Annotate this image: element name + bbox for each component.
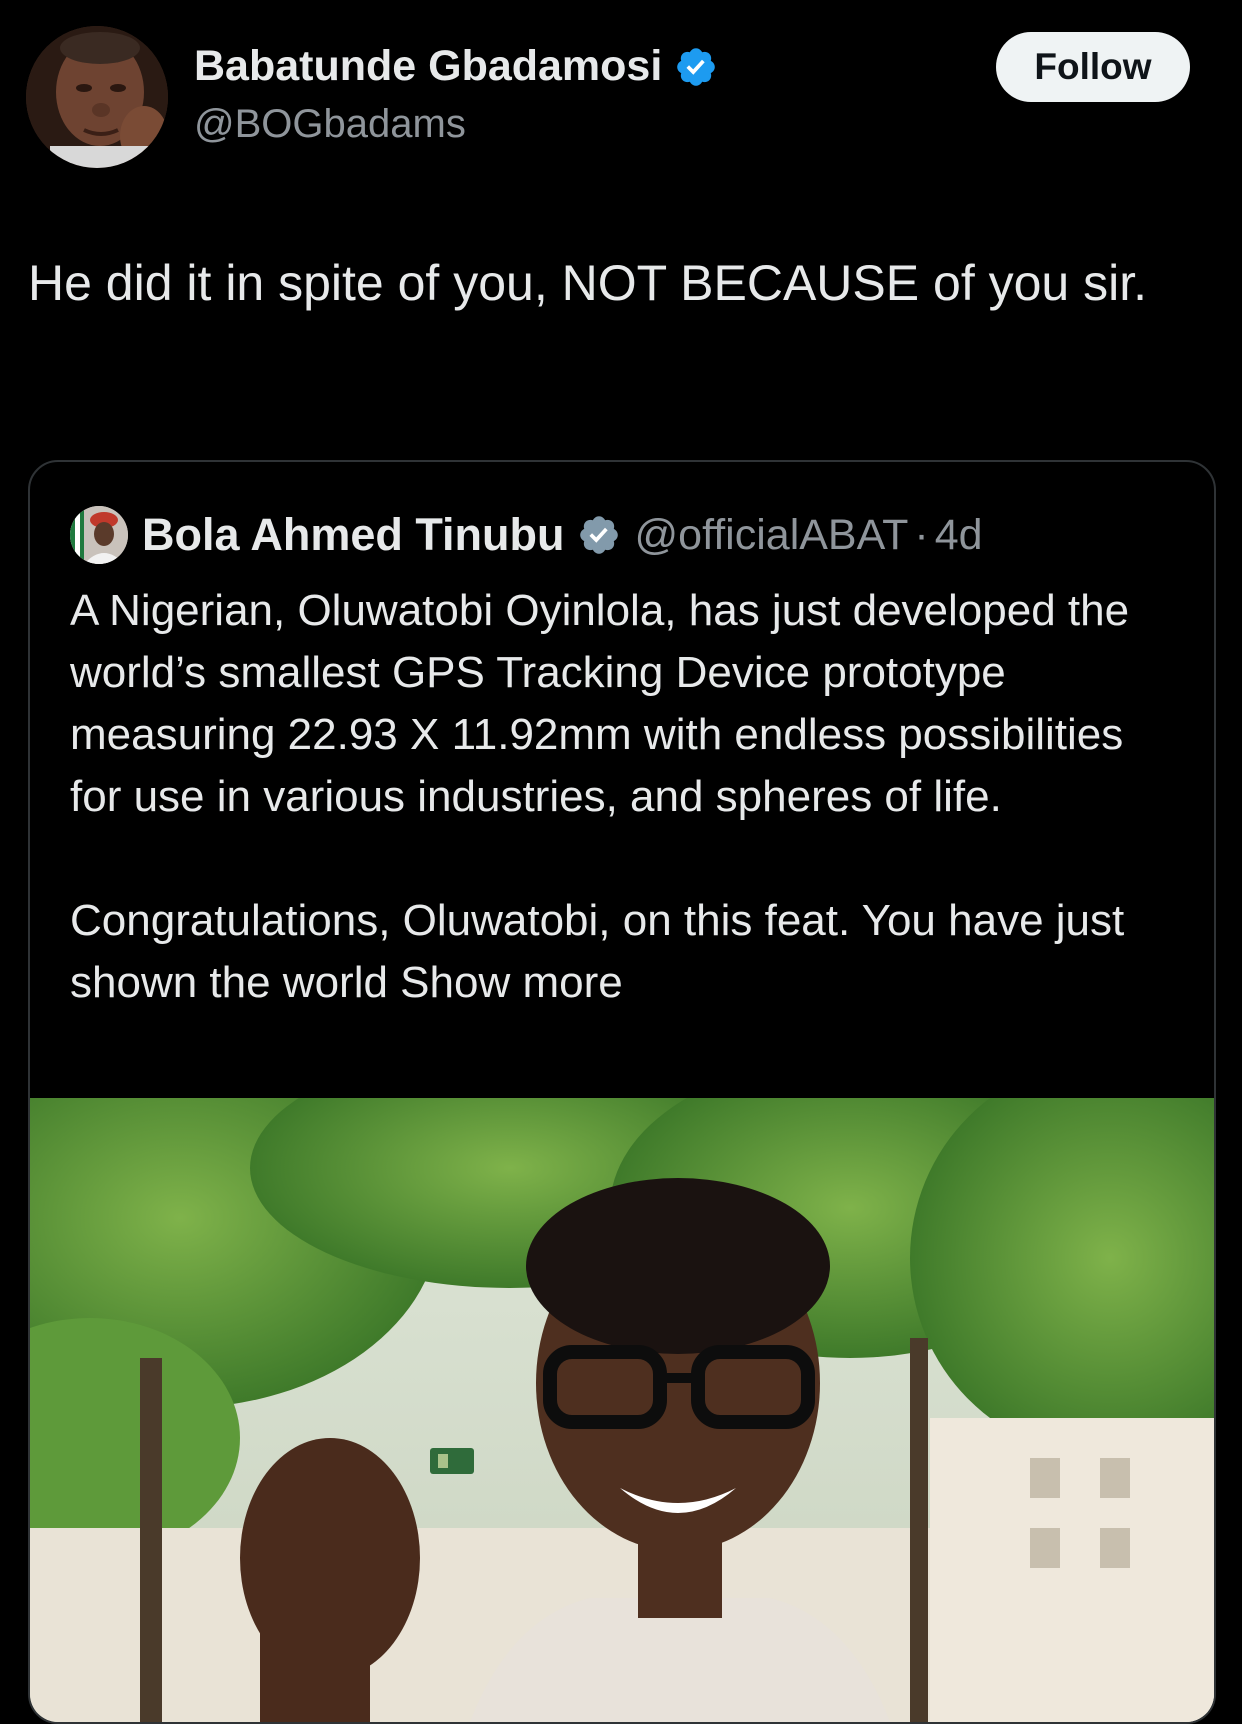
quoted-tweet-photo[interactable] (30, 1098, 1214, 1722)
quoted-tweet-card[interactable]: Bola Ahmed Tinubu @officialABAT · 4d A N… (28, 460, 1216, 1724)
author-avatar[interactable] (26, 26, 168, 168)
author-name-row[interactable]: Babatunde Gbadamosi (194, 42, 718, 91)
quoted-tweet-paragraph-1: A Nigerian, Oluwatobi Oyinlola, has just… (70, 586, 1130, 821)
author-display-name[interactable]: Babatunde Gbadamosi (194, 42, 662, 91)
quoted-tweet-body: A Nigerian, Oluwatobi Oyinlola, has just… (70, 580, 1180, 1014)
quoted-author-avatar[interactable] (70, 506, 128, 564)
follow-button[interactable]: Follow (996, 32, 1190, 102)
quoted-author-name[interactable]: Bola Ahmed Tinubu (142, 509, 565, 561)
quoted-tweet-timestamp[interactable]: 4d (935, 511, 983, 560)
header-separator: · (914, 510, 929, 559)
quoted-tweet-paragraph-2: Congratulations, Oluwatobi, on this feat… (70, 890, 1180, 1014)
show-more-link[interactable]: Show more (400, 958, 623, 1007)
author-handle[interactable]: @BOGbadams (194, 102, 466, 147)
author-avatar-image (26, 26, 168, 168)
verified-badge-icon (674, 45, 718, 89)
tweet-text: He did it in spite of you, NOT BECAUSE o… (28, 255, 1147, 311)
quoted-tweet-header: Bola Ahmed Tinubu @officialABAT · 4d (70, 506, 983, 564)
gray-verified-badge-icon (577, 513, 621, 557)
quoted-author-handle[interactable]: @officialABAT (635, 511, 909, 560)
